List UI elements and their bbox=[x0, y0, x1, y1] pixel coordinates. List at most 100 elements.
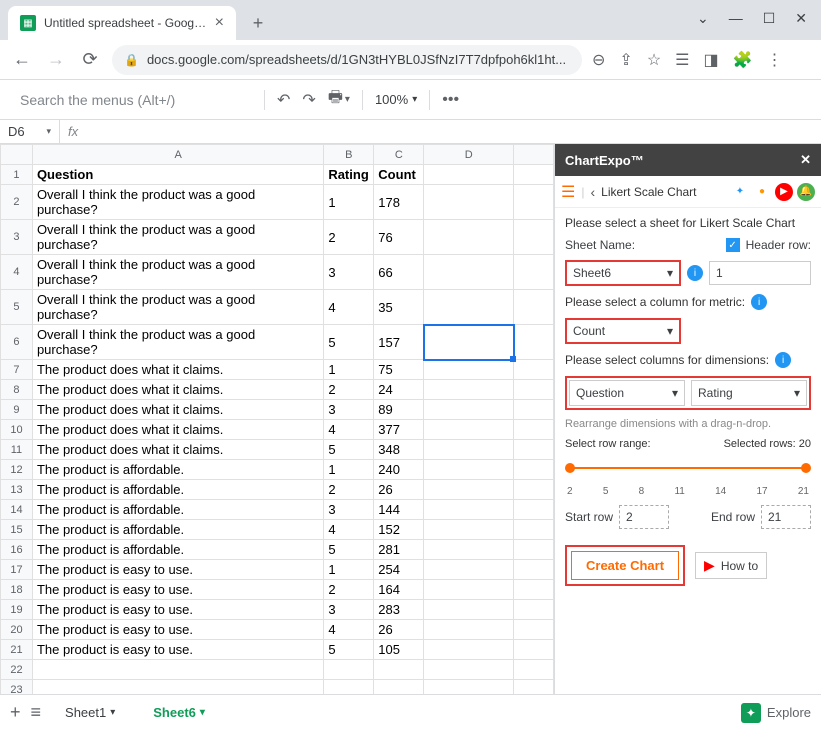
cell[interactable]: The product is easy to use. bbox=[32, 640, 323, 660]
cell[interactable]: 35 bbox=[374, 290, 424, 325]
sheet-tab-sheet6[interactable]: Sheet6 ▾ bbox=[139, 699, 219, 726]
cell[interactable] bbox=[32, 660, 323, 680]
cell[interactable]: 3 bbox=[324, 400, 374, 420]
cell[interactable] bbox=[424, 500, 514, 520]
cell[interactable]: 26 bbox=[374, 480, 424, 500]
cell[interactable] bbox=[424, 620, 514, 640]
cell[interactable] bbox=[424, 220, 514, 255]
window-maximize-icon[interactable]: ☐ bbox=[763, 10, 776, 27]
cell[interactable]: Count bbox=[374, 165, 424, 185]
explore-button[interactable]: ✦ Explore bbox=[741, 703, 811, 723]
row-header[interactable]: 14 bbox=[1, 500, 33, 520]
row-header[interactable]: 15 bbox=[1, 520, 33, 540]
coins-icon[interactable]: ● bbox=[753, 183, 771, 201]
header-row-input[interactable]: 1 bbox=[709, 261, 811, 285]
cell[interactable]: Question bbox=[32, 165, 323, 185]
cell[interactable]: 157 bbox=[374, 325, 424, 360]
metric-select[interactable]: Count ▾ bbox=[565, 318, 681, 344]
cell[interactable] bbox=[514, 185, 554, 220]
cell[interactable]: Overall I think the product was a good p… bbox=[32, 290, 323, 325]
cell[interactable]: 4 bbox=[324, 420, 374, 440]
cell[interactable]: 1 bbox=[324, 560, 374, 580]
info-icon[interactable]: i bbox=[751, 294, 767, 310]
cell[interactable] bbox=[514, 420, 554, 440]
cell[interactable] bbox=[424, 360, 514, 380]
cell[interactable] bbox=[424, 680, 514, 695]
select-all-corner[interactable] bbox=[1, 145, 33, 165]
cell[interactable]: 281 bbox=[374, 540, 424, 560]
cell[interactable]: 178 bbox=[374, 185, 424, 220]
col-header-extra[interactable] bbox=[514, 145, 554, 165]
row-header[interactable]: 17 bbox=[1, 560, 33, 580]
info-icon[interactable]: i bbox=[775, 352, 791, 368]
dimension-1-select[interactable]: Question ▾ bbox=[569, 380, 685, 406]
col-header-b[interactable]: B bbox=[324, 145, 374, 165]
cell[interactable]: 5 bbox=[324, 325, 374, 360]
cell[interactable] bbox=[424, 460, 514, 480]
share-icon[interactable]: ⇪ bbox=[619, 50, 632, 70]
cell[interactable] bbox=[514, 640, 554, 660]
cell[interactable] bbox=[514, 500, 554, 520]
cell[interactable]: The product is affordable. bbox=[32, 480, 323, 500]
menu-icon[interactable]: ☰ bbox=[561, 182, 575, 202]
cell[interactable] bbox=[514, 290, 554, 325]
cell[interactable]: Rating bbox=[324, 165, 374, 185]
cell[interactable]: 2 bbox=[324, 480, 374, 500]
print-icon[interactable]: 🖶▾ bbox=[328, 86, 350, 113]
row-header[interactable]: 11 bbox=[1, 440, 33, 460]
cell[interactable] bbox=[324, 680, 374, 695]
cell[interactable]: 1 bbox=[324, 185, 374, 220]
cell[interactable]: The product does what it claims. bbox=[32, 400, 323, 420]
cell[interactable] bbox=[424, 255, 514, 290]
col-header-a[interactable]: A bbox=[32, 145, 323, 165]
cell[interactable]: The product is easy to use. bbox=[32, 600, 323, 620]
start-row-input[interactable]: 2 bbox=[619, 505, 669, 529]
cell[interactable]: 164 bbox=[374, 580, 424, 600]
nav-back-icon[interactable]: ← bbox=[10, 49, 34, 70]
row-header[interactable]: 6 bbox=[1, 325, 33, 360]
row-header[interactable]: 4 bbox=[1, 255, 33, 290]
cell[interactable] bbox=[424, 600, 514, 620]
cell[interactable] bbox=[424, 580, 514, 600]
cell[interactable] bbox=[514, 400, 554, 420]
row-header[interactable]: 20 bbox=[1, 620, 33, 640]
cell[interactable]: 348 bbox=[374, 440, 424, 460]
cell[interactable] bbox=[424, 380, 514, 400]
zoom-selector[interactable]: 100%▾ bbox=[375, 92, 417, 107]
cell[interactable]: 26 bbox=[374, 620, 424, 640]
sheet-tab-sheet1[interactable]: Sheet1 ▾ bbox=[51, 699, 129, 726]
row-header[interactable]: 8 bbox=[1, 380, 33, 400]
cell[interactable]: 2 bbox=[324, 580, 374, 600]
slider-handle-end[interactable] bbox=[801, 463, 811, 473]
cell[interactable] bbox=[424, 165, 514, 185]
row-header[interactable]: 16 bbox=[1, 540, 33, 560]
cell[interactable]: Overall I think the product was a good p… bbox=[32, 220, 323, 255]
cell[interactable] bbox=[514, 360, 554, 380]
window-collapse-icon[interactable]: ⌄ bbox=[697, 10, 709, 27]
cell[interactable]: The product is easy to use. bbox=[32, 620, 323, 640]
row-header[interactable]: 2 bbox=[1, 185, 33, 220]
cell[interactable]: 2 bbox=[324, 220, 374, 255]
cell[interactable]: The product does what it claims. bbox=[32, 360, 323, 380]
cell[interactable] bbox=[424, 420, 514, 440]
add-sheet-button[interactable]: + bbox=[10, 702, 21, 723]
cell[interactable] bbox=[424, 185, 514, 220]
cell[interactable]: 152 bbox=[374, 520, 424, 540]
cell[interactable] bbox=[514, 580, 554, 600]
window-minimize-icon[interactable]: — bbox=[729, 10, 743, 27]
cell[interactable] bbox=[514, 680, 554, 695]
url-input[interactable]: 🔒 docs.google.com/spreadsheets/d/1GN3tHY… bbox=[112, 45, 582, 75]
cell[interactable]: 283 bbox=[374, 600, 424, 620]
cell[interactable]: The product does what it claims. bbox=[32, 420, 323, 440]
menu-search-input[interactable]: Search the menus (Alt+/) bbox=[12, 87, 252, 113]
cell[interactable]: The product is affordable. bbox=[32, 500, 323, 520]
cell[interactable]: 3 bbox=[324, 500, 374, 520]
cell[interactable] bbox=[514, 540, 554, 560]
cell[interactable] bbox=[32, 680, 323, 695]
cell[interactable]: The product is affordable. bbox=[32, 460, 323, 480]
cell[interactable] bbox=[514, 520, 554, 540]
cell[interactable] bbox=[424, 325, 514, 360]
row-header[interactable]: 10 bbox=[1, 420, 33, 440]
cell[interactable] bbox=[374, 680, 424, 695]
cell[interactable]: 3 bbox=[324, 255, 374, 290]
